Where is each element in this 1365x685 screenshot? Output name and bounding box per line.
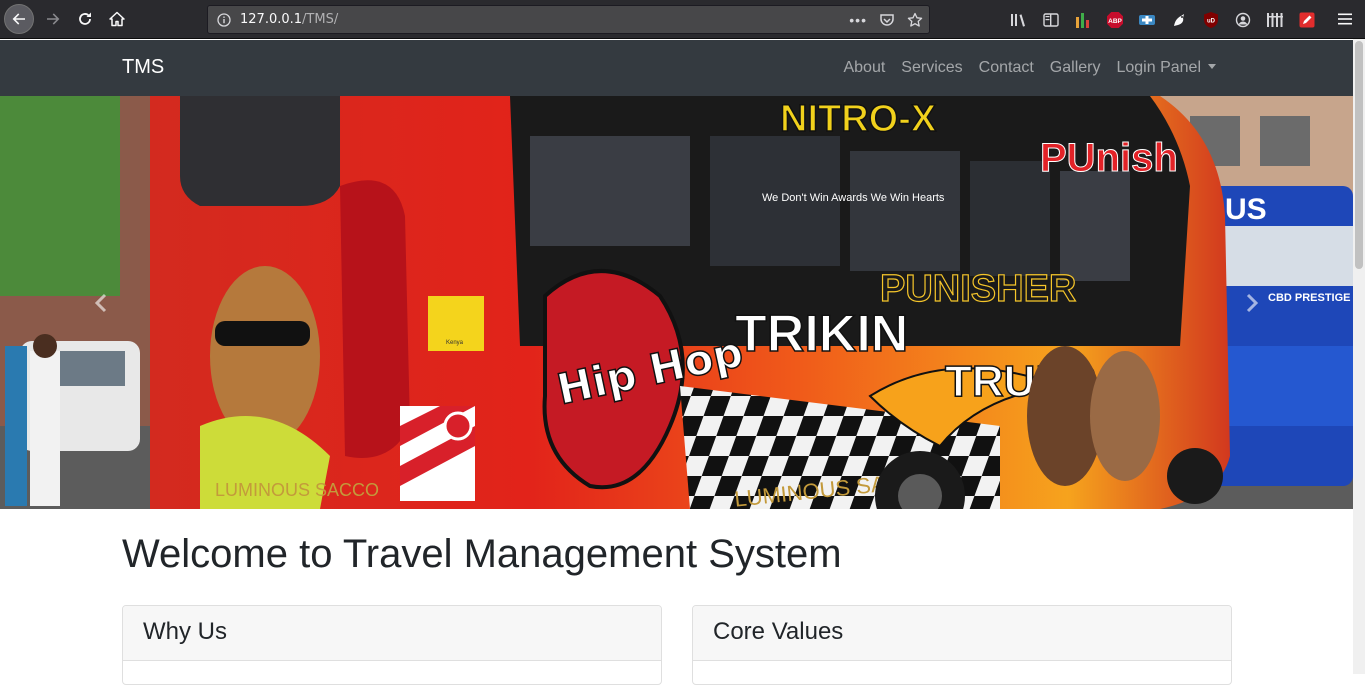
- carousel-next-button[interactable]: [1151, 96, 1353, 509]
- chevron-left-icon: [94, 293, 107, 312]
- bird-extension-icon[interactable]: [1163, 0, 1195, 39]
- chart-extension-icon[interactable]: [1067, 0, 1099, 39]
- hamburger-menu-icon[interactable]: [1331, 5, 1359, 33]
- ublock-extension-icon[interactable]: uD: [1195, 0, 1227, 39]
- pocket-icon[interactable]: [879, 12, 895, 28]
- back-button[interactable]: [4, 4, 34, 34]
- bookmark-star-icon[interactable]: [907, 12, 923, 28]
- svg-text:Kenya: Kenya: [446, 340, 464, 346]
- card-header-core-values: Core Values: [693, 606, 1231, 661]
- chevron-right-icon: [1246, 293, 1259, 312]
- reload-button[interactable]: [70, 4, 100, 34]
- nav-link-about[interactable]: About: [835, 59, 893, 77]
- page-actions-icon[interactable]: •••: [849, 12, 867, 28]
- home-icon: [109, 11, 125, 27]
- forward-arrow-icon: [47, 13, 60, 25]
- reload-icon: [79, 12, 91, 25]
- nav-link-services[interactable]: Services: [893, 59, 970, 77]
- page-title: Welcome to Travel Management System: [122, 532, 842, 576]
- svg-text:ABP: ABP: [1108, 18, 1122, 25]
- nav-link-gallery[interactable]: Gallery: [1042, 59, 1109, 77]
- shield-extension-icon[interactable]: [1131, 0, 1163, 39]
- site-info-icon[interactable]: [208, 12, 240, 27]
- nav-links: About Services Contact Gallery Login Pan…: [835, 40, 1224, 96]
- card-header-why-us: Why Us: [123, 606, 661, 661]
- carousel-prev-button[interactable]: [0, 96, 202, 509]
- scrollbar-thumb[interactable]: [1355, 41, 1363, 269]
- svg-text:uD: uD: [1207, 18, 1216, 24]
- svg-text:TRIKIN: TRIKIN: [735, 305, 908, 363]
- svg-text:NITRO-X: NITRO-X: [780, 98, 937, 140]
- abp-extension-icon[interactable]: ABP: [1099, 0, 1131, 39]
- back-arrow-icon: [12, 13, 25, 25]
- url-text: 127.0.0.1/TMS/: [240, 12, 338, 27]
- home-button[interactable]: [102, 4, 132, 34]
- columns-extension-icon[interactable]: [1259, 0, 1291, 39]
- url-host: 127.0.0.1: [240, 12, 303, 27]
- brand-link[interactable]: TMS: [122, 56, 164, 79]
- browser-toolbar: 127.0.0.1/TMS/ ••• ABP uD: [0, 0, 1365, 39]
- svg-text:LUMINOUS SACCO: LUMINOUS SACCO: [215, 480, 379, 500]
- card-why-us: Why Us: [122, 605, 662, 685]
- account-icon[interactable]: [1227, 0, 1259, 39]
- url-path: /TMS/: [302, 12, 339, 27]
- edit-extension-icon[interactable]: [1291, 0, 1323, 39]
- sidebar-icon[interactable]: [1035, 0, 1067, 39]
- svg-text:PUNISHER: PUNISHER: [880, 268, 1076, 310]
- nav-dropdown-login-panel[interactable]: Login Panel: [1108, 59, 1224, 77]
- site-navbar: TMS About Services Contact Gallery Login…: [0, 40, 1353, 96]
- card-core-values: Core Values: [692, 605, 1232, 685]
- svg-text:We Don't Win Awards We Win Hea: We Don't Win Awards We Win Hearts: [762, 192, 945, 204]
- nav-link-contact[interactable]: Contact: [971, 59, 1042, 77]
- forward-button[interactable]: [38, 4, 68, 34]
- library-icon[interactable]: [1003, 0, 1035, 39]
- address-bar[interactable]: 127.0.0.1/TMS/ •••: [207, 5, 930, 34]
- page-scrollbar[interactable]: [1353, 39, 1365, 674]
